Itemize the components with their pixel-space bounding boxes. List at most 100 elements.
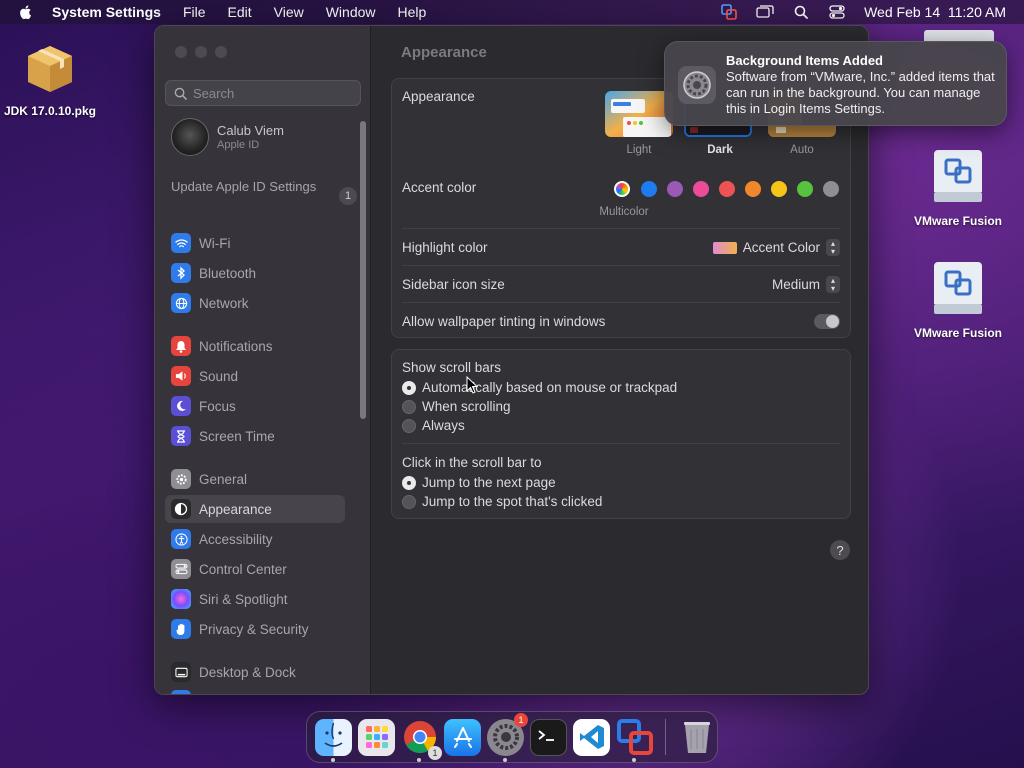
search-input[interactable] xyxy=(193,85,353,101)
radio-button[interactable] xyxy=(402,399,416,414)
dock-app-store[interactable] xyxy=(444,718,481,756)
sidebar-item-bluetooth[interactable]: Bluetooth xyxy=(165,259,345,287)
search-icon xyxy=(174,87,187,100)
accent-blue-swatch[interactable] xyxy=(641,181,657,197)
dock-launchpad[interactable] xyxy=(358,718,395,756)
bluetooth-icon xyxy=(171,263,191,283)
accent-yellow-swatch[interactable] xyxy=(771,181,787,197)
radio-label: Always xyxy=(422,418,465,433)
desktop-item-label: VMware Fusion xyxy=(913,214,1002,228)
sidebar-item-privacy-security[interactable]: Privacy & Security xyxy=(165,615,345,643)
zoom-button[interactable] xyxy=(215,46,227,58)
radio-label: Jump to the spot that's clicked xyxy=(422,494,603,509)
sidebar-item-label: Desktop & Dock xyxy=(199,664,296,680)
update-label: Update Apple ID Settings xyxy=(171,179,317,194)
accent-graphite-swatch[interactable] xyxy=(823,181,839,197)
sidebar-item-siri-spotlight[interactable]: Siri & Spotlight xyxy=(165,585,345,613)
profile-subtitle: Apple ID xyxy=(217,139,260,151)
running-indicator xyxy=(331,757,335,762)
wallpaper-tinting-toggle[interactable] xyxy=(814,314,840,329)
sidebar-item-label: Wi-Fi xyxy=(199,235,231,251)
siri-icon xyxy=(171,589,191,609)
menu-edit[interactable]: Edit xyxy=(228,4,252,20)
dock-chrome[interactable]: 1 xyxy=(401,719,442,762)
speaker-icon xyxy=(171,366,191,386)
accent-purple-swatch[interactable] xyxy=(667,181,683,197)
search-field[interactable] xyxy=(165,80,361,106)
radio-button[interactable] xyxy=(402,494,416,509)
moon-icon xyxy=(171,396,191,416)
running-indicator xyxy=(503,757,507,762)
app-store-icon xyxy=(453,727,472,748)
desktop-item-vmware-2[interactable]: VMware Fusion xyxy=(908,258,1008,340)
accent-multicolor-swatch[interactable] xyxy=(614,181,630,197)
menu-view[interactable]: View xyxy=(274,4,304,20)
sidebar-item-label: Sound xyxy=(199,368,239,384)
app-menu[interactable]: System Settings xyxy=(52,4,161,20)
accent-pink-swatch[interactable] xyxy=(693,181,709,197)
sidebar-item-control-center[interactable]: Control Center xyxy=(165,555,345,583)
click-jump-next-page-option[interactable]: Jump to the next page xyxy=(402,475,556,490)
dock-separator xyxy=(665,719,666,755)
scroll-bars-when-scrolling-option[interactable]: When scrolling xyxy=(402,399,511,414)
sidebar-item-screen-time[interactable]: Screen Time xyxy=(165,422,345,450)
sidebar-item-accessibility[interactable]: Accessibility xyxy=(165,525,345,553)
dock-vmware-fusion[interactable] xyxy=(616,719,653,762)
minimize-button[interactable] xyxy=(195,46,207,58)
theme-light-option[interactable] xyxy=(605,91,673,137)
sidebar-scrollbar[interactable] xyxy=(360,121,366,419)
desktop-item-jdk[interactable]: JDK 17.0.10.pkg xyxy=(0,34,100,118)
sidebar-item-sound[interactable]: Sound xyxy=(165,362,345,390)
sidebar-item-network[interactable]: Network xyxy=(165,289,345,317)
radio-button[interactable] xyxy=(402,380,416,395)
highlight-color-popup[interactable]: Accent Color ▴ ▾ xyxy=(712,239,840,256)
dock-finder[interactable] xyxy=(315,718,352,762)
sidebar-item-appearance[interactable]: Appearance xyxy=(165,495,345,523)
highlight-color-value: Accent Color xyxy=(742,240,820,255)
scroll-bars-auto-option[interactable]: Automatically based on mouse or trackpad xyxy=(402,380,677,395)
system-settings-icon xyxy=(678,66,716,104)
update-apple-id-settings[interactable]: Update Apple ID Settings 1 xyxy=(171,179,357,205)
click-jump-to-spot-option[interactable]: Jump to the spot that's clicked xyxy=(402,494,602,509)
vmware-status-icon[interactable] xyxy=(720,4,738,20)
dock-trash[interactable] xyxy=(678,719,715,756)
accent-orange-swatch[interactable] xyxy=(745,181,761,197)
theme-dark-label: Dark xyxy=(707,144,733,156)
menu-window[interactable]: Window xyxy=(326,4,376,20)
sidebar-item-label: General xyxy=(199,471,248,487)
radio-button[interactable] xyxy=(402,475,416,490)
notification-banner[interactable]: Background Items Added Software from “VM… xyxy=(664,41,1007,126)
scroll-bars-always-option[interactable]: Always xyxy=(402,418,465,433)
show-scroll-bars-label: Show scroll bars xyxy=(402,360,502,375)
apple-id-profile[interactable]: Calub Viem Apple ID xyxy=(171,118,284,156)
sidebar-item-notifications[interactable]: Notifications xyxy=(165,332,345,360)
radio-button[interactable] xyxy=(402,418,416,433)
accent-multicolor-caption: Multicolor xyxy=(599,206,649,218)
sidebar-item-general[interactable]: General xyxy=(165,465,345,493)
accent-green-swatch[interactable] xyxy=(797,181,813,197)
desktop-item-vmware-1[interactable]: VMware Fusion xyxy=(908,146,1008,228)
dock-system-settings[interactable]: 1 xyxy=(487,712,528,762)
sidebar-item-focus[interactable]: Focus xyxy=(165,392,345,420)
sidebar-item-desktop-dock[interactable]: Desktop & Dock xyxy=(165,658,345,686)
sidebar-item-partial[interactable] xyxy=(171,690,191,694)
apple-menu-icon[interactable] xyxy=(18,4,34,20)
menu-help[interactable]: Help xyxy=(398,4,427,20)
menubar-clock[interactable]: Wed Feb 14 11:20 AM xyxy=(864,4,1006,20)
menu-file[interactable]: File xyxy=(183,4,206,20)
control-center-icon xyxy=(171,559,191,579)
accent-red-swatch[interactable] xyxy=(719,181,735,197)
sidebar-icon-size-popup[interactable]: Medium ▴ ▾ xyxy=(772,276,840,293)
dock-vscode[interactable] xyxy=(573,718,610,756)
spotlight-search-icon[interactable] xyxy=(792,4,810,20)
divider xyxy=(402,443,840,444)
screen-mirroring-icon[interactable] xyxy=(756,4,774,20)
sidebar: Calub Viem Apple ID Update Apple ID Sett… xyxy=(155,26,371,694)
sidebar-item-wifi[interactable]: Wi-Fi xyxy=(165,229,345,257)
sidebar-item-label: Control Center xyxy=(199,561,287,577)
close-button[interactable] xyxy=(175,46,187,58)
dock-terminal[interactable] xyxy=(530,718,567,756)
mouse-cursor xyxy=(466,376,478,394)
control-center-icon[interactable] xyxy=(828,4,846,20)
help-button[interactable]: ? xyxy=(830,540,850,560)
